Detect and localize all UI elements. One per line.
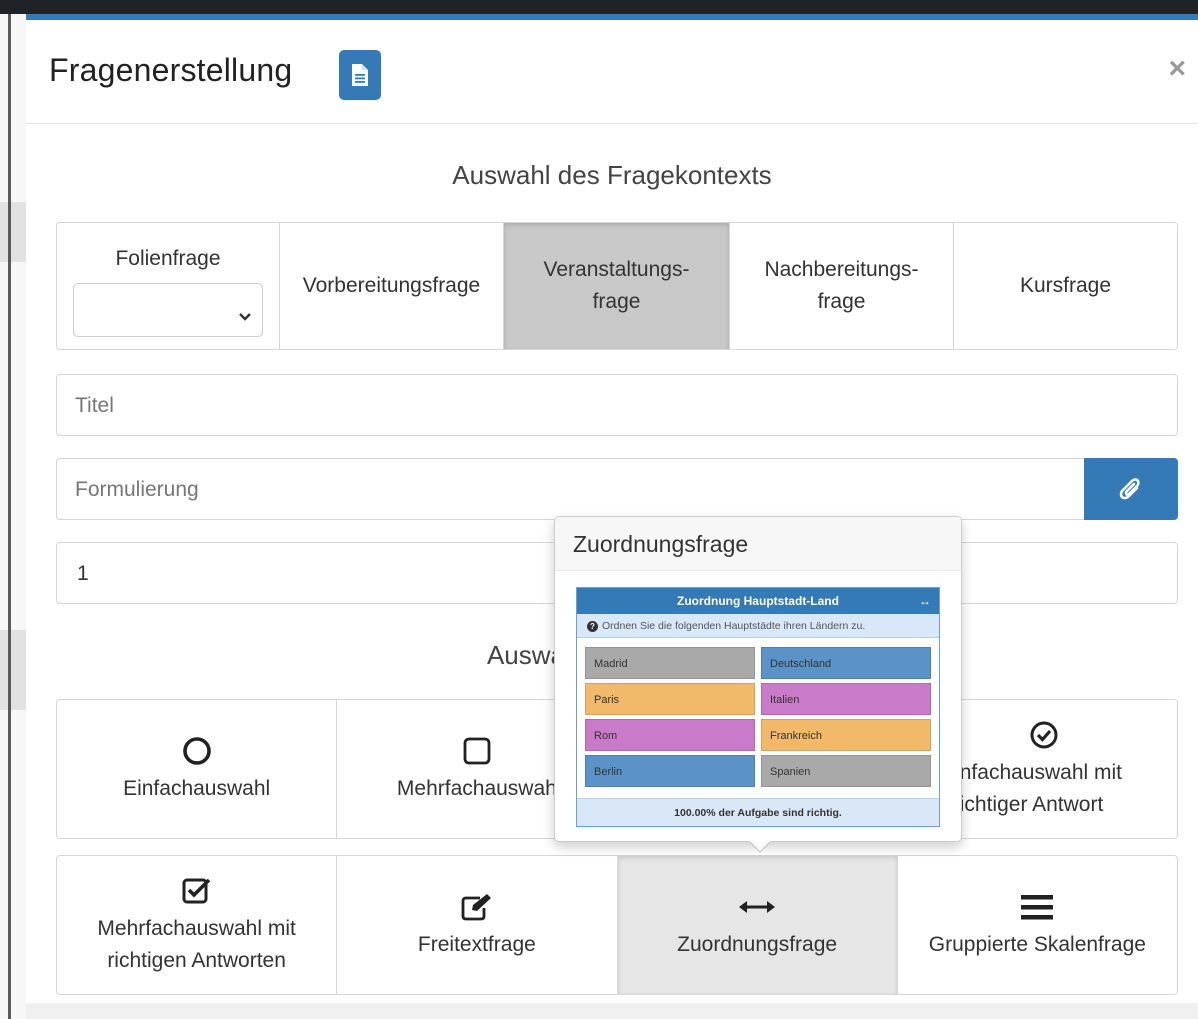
preview-header-text: Zuordnung Hauptstadt-Land	[677, 594, 839, 608]
preview-cell-left: Berlin	[585, 755, 755, 787]
title-input[interactable]: Titel	[56, 374, 1178, 436]
bars-icon	[1021, 889, 1054, 925]
preview-cell-right: Deutschland	[761, 647, 931, 679]
paperclip-icon	[1119, 478, 1140, 500]
type-label: Zuordnungsfrage	[677, 933, 838, 956]
preview-cell-right: Frankreich	[761, 719, 931, 751]
context-option-vorbereitungsfrage[interactable]: Vorbereitungsfrage	[280, 223, 504, 349]
check-circle-icon	[1029, 717, 1059, 753]
context-option-folienfrage[interactable]: Folienfrage	[57, 223, 280, 349]
type-einfachauswahl[interactable]: Einfachauswahl	[57, 700, 338, 838]
modal-title: Fragenerstellung	[49, 52, 293, 88]
type-label: Mehrfachauswahl mit richtigen Antworten	[97, 917, 296, 972]
question-type-row-2: Mehrfachauswahl mit richtigen Antworten …	[56, 855, 1178, 995]
slide-select[interactable]	[73, 283, 263, 337]
preview-header: Zuordnung Hauptstadt-Land ↔	[577, 588, 939, 614]
context-selector: Folienfrage Vorbereitungsfrage Veranstal…	[56, 222, 1178, 350]
type-gruppierte-skalenfrage[interactable]: Gruppierte Skalenfrage	[897, 856, 1177, 994]
preview-cell-left: Madrid	[585, 647, 755, 679]
context-option-veranstaltungsfrage[interactable]: Veranstaltungs- frage	[504, 223, 730, 349]
context-option-label: Vorbereitungsfrage	[302, 274, 481, 297]
close-button[interactable]: ×	[1168, 54, 1186, 84]
attach-button[interactable]	[1084, 458, 1178, 520]
type-zuordnungsfrage[interactable]: Zuordnungsfrage	[617, 856, 898, 994]
type-label: Mehrfachauswah	[396, 777, 557, 800]
edit-icon	[460, 889, 494, 925]
popover-title: Zuordnungsfrage	[555, 517, 961, 571]
chevron-down-icon	[238, 300, 252, 332]
context-heading: Auswahl des Fragekontexts	[452, 160, 772, 190]
preview-instruction-text: Ordnen Sie die folgenden Hauptstädte ihr…	[602, 620, 866, 632]
preview-cell-left: Rom	[585, 719, 755, 751]
square-icon	[461, 733, 493, 769]
bottom-edge	[26, 1003, 1198, 1019]
type-label: Gruppierte Skalenfrage	[928, 933, 1146, 956]
type-label: Einfachauswahl	[123, 777, 271, 800]
formulation-input[interactable]: Formulierung	[56, 458, 1086, 520]
background-page	[0, 14, 26, 1019]
document-icon	[339, 50, 381, 100]
type-label: Freitextfrage	[417, 933, 536, 956]
preview-instruction: ? Ordnen Sie die folgenden Hauptstädte ih…	[577, 614, 939, 638]
context-option-label: Veranstaltungs- frage	[543, 258, 690, 313]
preview-image: Zuordnung Hauptstadt-Land ↔ ? Ordnen Sie …	[576, 587, 940, 827]
context-option-label: Nachbereitungs- frage	[764, 258, 919, 313]
context-option-nachbereitungsfrage[interactable]: Nachbereitungs- frage	[730, 223, 954, 349]
preview-footer: 100.00% der Aufgabe sind richtig.	[577, 798, 939, 826]
preview-cell-right: Italien	[761, 683, 931, 715]
modal-header: Fragenerstellung ×	[26, 20, 1198, 124]
type-freitextfrage[interactable]: Freitextfrage	[337, 856, 618, 994]
context-option-label: Folienfrage	[115, 247, 221, 270]
type-mehrfachauswahl-richtig[interactable]: Mehrfachauswahl mit richtigen Antworten	[57, 856, 338, 994]
check-square-icon	[181, 873, 213, 909]
type-label: nfachauswahl mit ichtiger Antwort	[959, 761, 1122, 816]
question-circle-icon: ?	[587, 621, 598, 632]
preview-cell-right: Spanien	[761, 755, 931, 787]
type-preview-popover: Zuordnungsfrage Zuordnung Hauptstadt-Lan…	[554, 516, 962, 853]
context-option-label: Kursfrage	[1019, 274, 1112, 297]
popover-arrow	[749, 841, 771, 853]
arrows-h-icon	[738, 889, 776, 925]
background-topbar	[0, 0, 1198, 14]
arrows-h-icon: ↔	[919, 594, 931, 608]
context-option-kursfrage[interactable]: Kursfrage	[954, 223, 1177, 349]
circle-icon	[181, 733, 213, 769]
preview-cell-left: Paris	[585, 683, 755, 715]
